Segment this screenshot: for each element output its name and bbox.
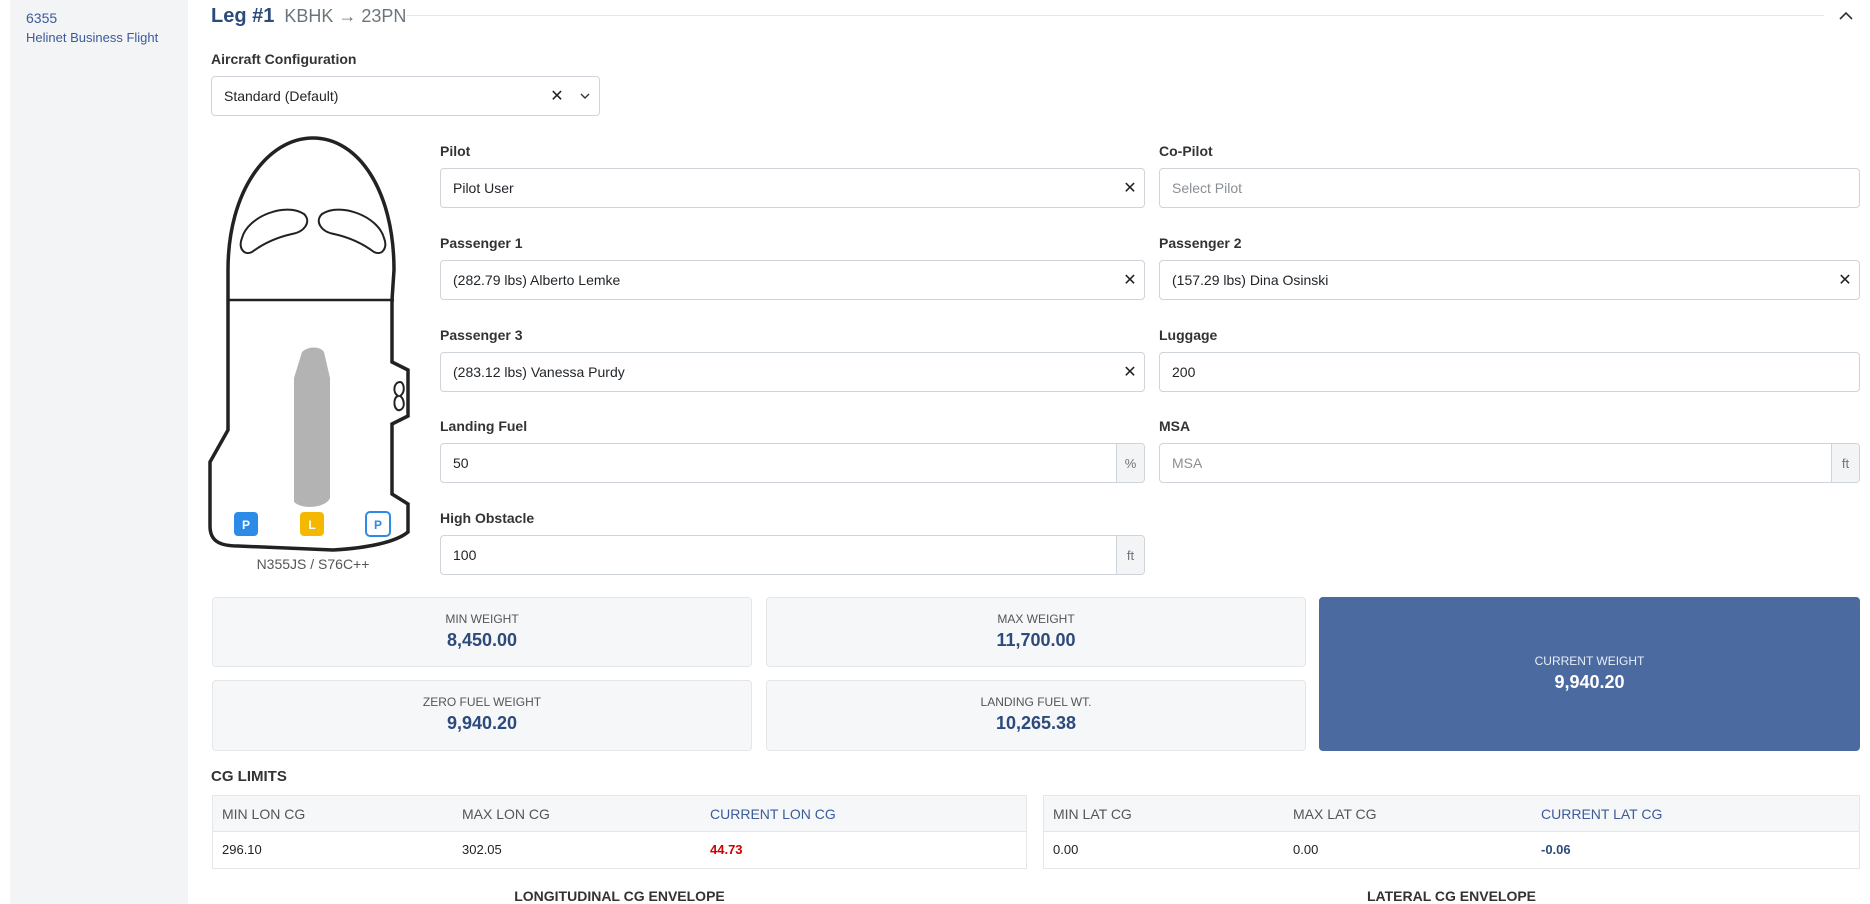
leg-title: Leg #1 <box>211 5 275 27</box>
zero-fuel-weight-value: 9,940.20 <box>446 713 518 733</box>
current-lat-cg-header: CURRENT LAT CG <box>1541 806 1663 822</box>
chevron-down-icon[interactable] <box>571 77 599 115</box>
divider <box>406 15 1824 16</box>
min-weight-label: MIN WEIGHT <box>445 612 519 626</box>
clear-icon[interactable]: ✕ <box>543 86 571 106</box>
landing-fuel-weight-value: 10,265.38 <box>995 713 1077 733</box>
max-lat-cg-value: 0.00 <box>1293 842 1319 857</box>
svg-text:P: P <box>374 518 382 532</box>
leg-route: KBHK → 23PN <box>284 6 407 26</box>
current-lon-cg-header: CURRENT LON CG <box>710 806 836 822</box>
msa-input[interactable]: MSA ft <box>1159 443 1860 483</box>
landing-fuel-weight-tile: LANDING FUEL WT. 10,265.38 <box>766 680 1306 751</box>
svg-text:P: P <box>242 518 250 532</box>
current-lat-cg-value: -0.06 <box>1541 842 1571 857</box>
passenger1-value: (282.79 lbs) Alberto Lemke <box>453 272 621 288</box>
aircraft-config-value: Standard (Default) <box>224 88 339 104</box>
table-header <box>1044 796 1859 832</box>
passenger1-select[interactable]: (282.79 lbs) Alberto Lemke ✕ <box>440 260 1145 300</box>
aircraft-config-label: Aircraft Configuration <box>211 51 357 67</box>
msa-placeholder: MSA <box>1172 455 1203 471</box>
max-lon-cg-value: 302.05 <box>462 842 502 857</box>
clear-icon[interactable]: ✕ <box>1116 270 1144 290</box>
high-obstacle-label: High Obstacle <box>440 510 535 526</box>
high-obstacle-input[interactable]: 100 ft <box>440 535 1145 575</box>
luggage-input[interactable]: 200 <box>1159 352 1860 392</box>
max-weight-tile: MAX WEIGHT 11,700.00 <box>766 597 1306 667</box>
lat-cg-envelope-title: LATERAL CG ENVELOPE <box>1366 888 1537 904</box>
min-weight-value: 8,450.00 <box>446 630 518 650</box>
min-lat-cg-header: MIN LAT CG <box>1053 806 1132 822</box>
min-weight-tile: MIN WEIGHT 8,450.00 <box>212 597 752 667</box>
msa-unit: ft <box>1831 444 1859 482</box>
landing-fuel-weight-label: LANDING FUEL WT. <box>980 695 1092 709</box>
passenger2-select[interactable]: (157.29 lbs) Dina Osinski ✕ <box>1159 260 1860 300</box>
passenger3-value: (283.12 lbs) Vanessa Purdy <box>453 364 625 380</box>
passenger3-select[interactable]: (283.12 lbs) Vanessa Purdy ✕ <box>440 352 1145 392</box>
current-weight-tile: CURRENT WEIGHT 9,940.20 <box>1319 597 1860 751</box>
current-lon-cg-value: 44.73 <box>710 842 743 857</box>
copilot-placeholder: Select Pilot <box>1172 180 1243 196</box>
pilot-value: Pilot User <box>453 180 514 196</box>
max-weight-label: MAX WEIGHT <box>997 612 1075 626</box>
min-lat-cg-value: 0.00 <box>1053 842 1079 857</box>
clear-icon[interactable]: ✕ <box>1116 178 1144 198</box>
min-lon-cg-header: MIN LON CG <box>222 806 306 822</box>
passenger2-label: Passenger 2 <box>1159 235 1242 251</box>
flight-name[interactable]: Helinet Business Flight <box>26 30 158 45</box>
clear-icon[interactable]: ✕ <box>1831 270 1859 290</box>
zero-fuel-weight-tile: ZERO FUEL WEIGHT 9,940.20 <box>212 680 752 751</box>
lon-cg-envelope-title: LONGITUDINAL CG ENVELOPE <box>514 888 725 904</box>
helicopter-seat-diagram: P L P <box>208 136 410 552</box>
luggage-value: 200 <box>1172 364 1196 380</box>
copilot-select[interactable]: Select Pilot <box>1159 168 1860 208</box>
pilot-label: Pilot <box>440 143 471 159</box>
high-obstacle-value: 100 <box>453 547 477 563</box>
current-weight-label: CURRENT WEIGHT <box>1534 654 1645 668</box>
flight-number[interactable]: 6355 <box>26 10 57 26</box>
aircraft-config-select[interactable]: Standard (Default) ✕ <box>211 76 600 116</box>
table-header <box>213 796 1026 832</box>
lon-cg-table: MIN LON CG MAX LON CG CURRENT LON CG 296… <box>212 795 1027 869</box>
luggage-label: Luggage <box>1159 327 1218 343</box>
current-weight-value: 9,940.20 <box>1554 672 1625 692</box>
passenger1-label: Passenger 1 <box>440 235 523 251</box>
landing-fuel-value: 50 <box>453 455 469 471</box>
landing-fuel-input[interactable]: 50 % <box>440 443 1145 483</box>
passenger3-label: Passenger 3 <box>440 327 523 343</box>
max-lat-cg-header: MAX LAT CG <box>1293 806 1377 822</box>
aircraft-registration: N355JS / S76C++ <box>256 556 370 572</box>
max-lon-cg-header: MAX LON CG <box>462 806 550 822</box>
min-lon-cg-value: 296.10 <box>222 842 262 857</box>
copilot-label: Co-Pilot <box>1159 143 1213 159</box>
passenger2-value: (157.29 lbs) Dina Osinski <box>1172 272 1329 288</box>
msa-label: MSA <box>1159 418 1191 434</box>
high-obstacle-unit: ft <box>1116 536 1144 574</box>
landing-fuel-unit: % <box>1116 444 1144 482</box>
zero-fuel-weight-label: ZERO FUEL WEIGHT <box>422 695 542 709</box>
sidebar: 6355 Helinet Business Flight <box>10 0 188 904</box>
lat-cg-table: MIN LAT CG MAX LAT CG CURRENT LAT CG 0.0… <box>1043 795 1860 869</box>
max-weight-value: 11,700.00 <box>996 630 1076 650</box>
leg-header[interactable]: Leg #1 KBHK → 23PN <box>211 5 406 28</box>
pilot-select[interactable]: Pilot User ✕ <box>440 168 1145 208</box>
main-content: Leg #1 KBHK → 23PN Aircraft Configuratio… <box>188 0 1870 904</box>
clear-icon[interactable]: ✕ <box>1116 362 1144 382</box>
chevron-up-icon[interactable] <box>1836 6 1856 26</box>
cg-limits-title: CG LIMITS <box>211 768 287 785</box>
landing-fuel-label: Landing Fuel <box>440 418 528 434</box>
svg-text:L: L <box>308 518 315 532</box>
